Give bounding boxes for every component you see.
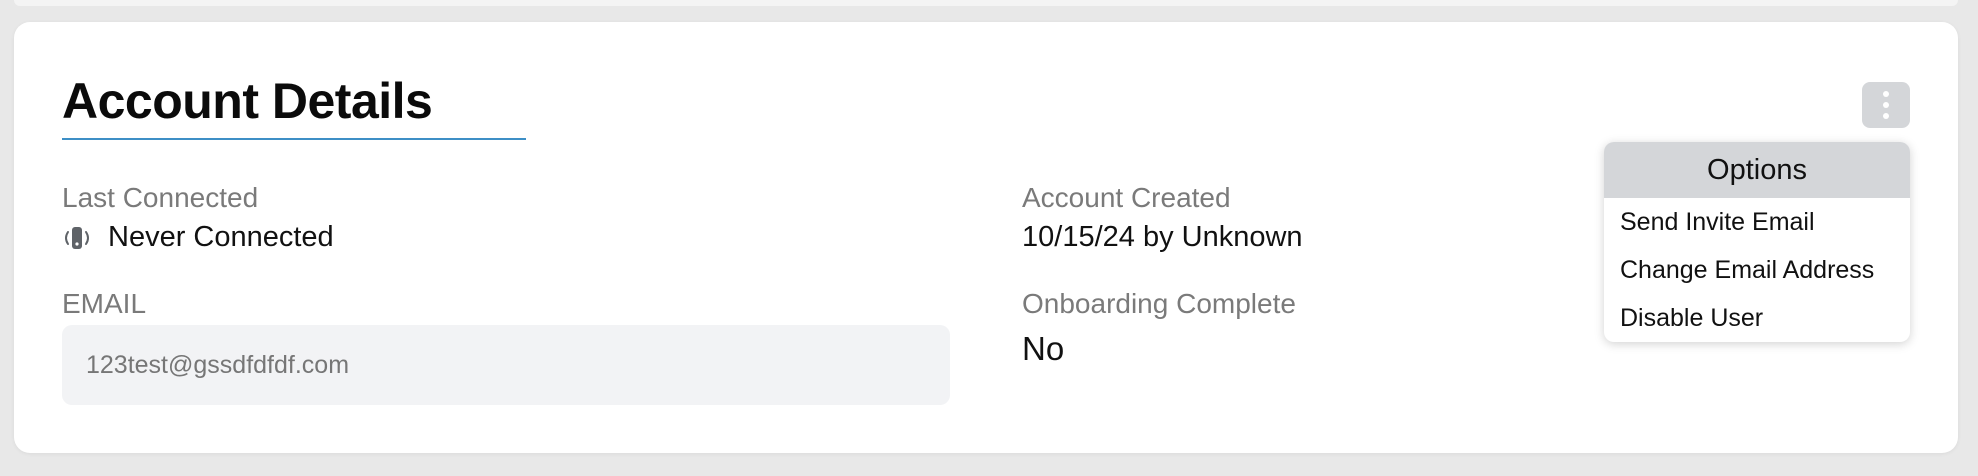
onboarding-complete-value: No xyxy=(1022,330,1065,367)
options-dropdown-menu: Options Send Invite Email Change Email A… xyxy=(1604,142,1910,342)
onboarding-complete-label: Onboarding Complete xyxy=(1022,288,1296,319)
device-signal-icon xyxy=(62,224,92,252)
kebab-dot xyxy=(1883,102,1889,108)
last-connected-label: Last Connected xyxy=(62,182,259,213)
title-underline xyxy=(62,138,526,140)
options-menu-header: Options xyxy=(1604,142,1910,198)
email-label: EMAIL xyxy=(62,288,147,319)
account-created-label: Account Created xyxy=(1022,182,1231,213)
previous-card-edge xyxy=(14,0,1958,6)
email-field[interactable]: 123test@gssdfdfdf.com xyxy=(62,325,950,405)
card-title: Account Details xyxy=(62,73,433,129)
account-details-card: Account Details Last Connected Never Con… xyxy=(14,22,1958,453)
account-created-value: 10/15/24 by Unknown xyxy=(1022,221,1303,253)
menu-item-change-email-address[interactable]: Change Email Address xyxy=(1604,246,1910,294)
kebab-dot xyxy=(1883,113,1889,119)
last-connected-row: Never Connected xyxy=(62,221,334,254)
menu-item-disable-user[interactable]: Disable User xyxy=(1604,294,1910,342)
kebab-menu-icon xyxy=(1883,91,1889,97)
last-connected-value: Never Connected xyxy=(108,221,334,253)
options-menu-button[interactable] xyxy=(1862,82,1910,128)
menu-item-send-invite-email[interactable]: Send Invite Email xyxy=(1604,198,1910,246)
